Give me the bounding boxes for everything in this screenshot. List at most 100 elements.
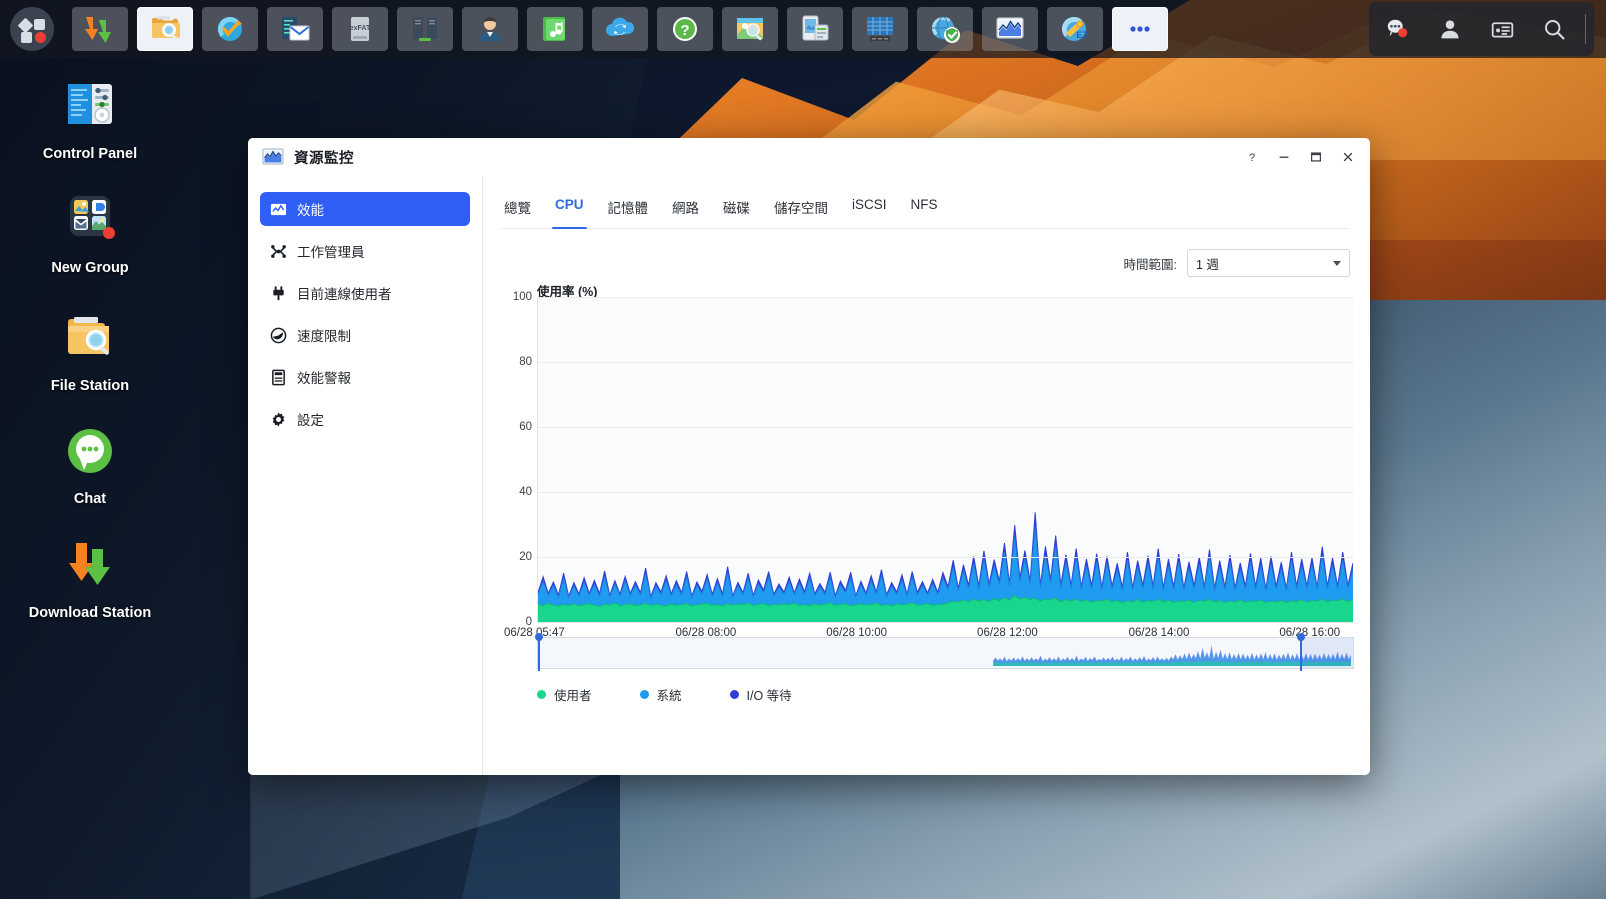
window-controls: ? xyxy=(1236,142,1364,172)
taskbar-item-exfat[interactable]: exFAT xyxy=(332,7,388,51)
globe-shield-icon xyxy=(928,13,962,45)
taskbar-item-storage-manager[interactable] xyxy=(852,7,908,51)
taskbar: exFAT xyxy=(0,0,1606,58)
desktop-icon-control-panel[interactable]: Control Panel xyxy=(15,78,165,163)
legend-item-user[interactable]: 使用者 xyxy=(537,685,592,704)
desktop-icon-file-station[interactable]: File Station xyxy=(15,310,165,395)
desktop-icon-chat[interactable]: Chat xyxy=(15,423,165,508)
device-backup-icon xyxy=(798,13,832,45)
user-tray-button[interactable] xyxy=(1427,9,1473,49)
range-handle-left[interactable] xyxy=(538,635,540,671)
legend-swatch xyxy=(730,690,739,699)
range-selection-window[interactable] xyxy=(1300,638,1353,668)
taskbar-item-download-station[interactable] xyxy=(72,7,128,51)
chart-range-scrollbar[interactable] xyxy=(537,637,1354,669)
resource-monitor-window: 資源監控 ? xyxy=(248,138,1370,775)
close-button[interactable] xyxy=(1332,142,1364,172)
taskbar-item-cloud-sync[interactable] xyxy=(592,7,648,51)
legend-label: I/O 等待 xyxy=(747,685,792,704)
taskbar-item-ez-internet[interactable]: EZ xyxy=(1047,7,1103,51)
chart-legend: 使用者 系統 I/O 等待 xyxy=(537,685,792,704)
task-manager-icon xyxy=(270,243,287,260)
sidebar: 效能 工作管理員 xyxy=(248,176,483,775)
logo-square-1 xyxy=(34,19,45,30)
storage-grid-icon xyxy=(863,13,897,45)
svg-text:EZ: EZ xyxy=(1076,30,1088,40)
chart-gridline xyxy=(538,297,1353,298)
search-tray-button[interactable] xyxy=(1531,9,1577,49)
taskbar-item-help[interactable]: ? xyxy=(657,7,713,51)
ellipsis-icon xyxy=(1123,13,1157,45)
sidebar-item-performance-alert[interactable]: 效能警報 xyxy=(260,360,470,394)
chart-gridline xyxy=(538,557,1353,558)
folder-search-icon xyxy=(58,310,122,370)
taskbar-item-more-apps[interactable] xyxy=(1112,7,1168,51)
sidebar-item-label: 效能 xyxy=(297,199,324,219)
sidebar-item-connected-users[interactable]: 目前連線使用者 xyxy=(260,276,470,310)
time-range-label: 時間範圍: xyxy=(1124,254,1177,273)
desktop-icon-new-group[interactable]: New Group xyxy=(15,192,165,277)
taskbar-item-security-advisor[interactable] xyxy=(917,7,973,51)
taskbar-item-photo-station[interactable] xyxy=(722,7,778,51)
sidebar-item-task-manager[interactable]: 工作管理員 xyxy=(260,234,470,268)
desktop-icon-download-station[interactable]: Download Station xyxy=(15,537,165,622)
down-arrows-icon xyxy=(83,13,117,45)
tab-disk[interactable]: 磁碟 xyxy=(722,194,751,228)
chart-series-svg xyxy=(538,297,1353,622)
logo-square-2 xyxy=(21,32,32,43)
performance-alert-icon xyxy=(270,369,287,386)
window-titlebar[interactable]: 資源監控 ? xyxy=(248,138,1370,176)
taskbar-item-user-portal[interactable] xyxy=(462,7,518,51)
taskbar-item-high-availability[interactable] xyxy=(397,7,453,51)
taskbar-item-backup[interactable] xyxy=(787,7,843,51)
tab-memory[interactable]: 記憶體 xyxy=(607,194,650,228)
desktop-icon-label: File Station xyxy=(15,378,165,395)
tab-storage[interactable]: 儲存空間 xyxy=(773,194,829,228)
taskbar-item-resource-monitor[interactable] xyxy=(982,7,1038,51)
minimize-button[interactable] xyxy=(1268,142,1300,172)
range-handle-right[interactable] xyxy=(1300,635,1302,671)
main-menu-button[interactable] xyxy=(10,7,54,51)
legend-label: 系統 xyxy=(657,685,682,704)
tab-iscsi[interactable]: iSCSI xyxy=(851,194,888,228)
cloud-sync-icon xyxy=(603,13,637,45)
taskbar-item-file-station[interactable] xyxy=(137,7,193,51)
tab-overview[interactable]: 總覽 xyxy=(503,194,532,228)
notifications-tray-button[interactable] xyxy=(1479,9,1525,49)
taskbar-item-update[interactable] xyxy=(202,7,258,51)
taskbar-item-mail-server[interactable] xyxy=(267,7,323,51)
chart-gridline xyxy=(538,362,1353,363)
sidebar-item-performance[interactable]: 效能 xyxy=(260,192,470,226)
time-range-value: 1 週 xyxy=(1196,254,1219,273)
sidebar-item-speed-limit[interactable]: 速度限制 xyxy=(260,318,470,352)
desktop-icon-label: Control Panel xyxy=(15,146,165,163)
green-question-icon: ? xyxy=(668,13,702,45)
exfat-icon: exFAT xyxy=(343,13,377,45)
desktop-icon-label: Chat xyxy=(15,491,165,508)
tab-nfs[interactable]: NFS xyxy=(910,194,939,228)
time-range-row: 時間範圍: 1 週 xyxy=(501,249,1350,277)
chat-tray-button[interactable] xyxy=(1375,9,1421,49)
chevron-down-icon xyxy=(1333,261,1341,266)
speed-limit-icon xyxy=(270,327,287,344)
taskbar-item-audio-station[interactable] xyxy=(527,7,583,51)
tab-network[interactable]: 網路 xyxy=(671,194,700,228)
maximize-button[interactable] xyxy=(1300,142,1332,172)
photo-search-icon xyxy=(733,13,767,45)
connected-users-icon xyxy=(270,285,287,302)
tab-cpu[interactable]: CPU xyxy=(554,194,585,228)
taskbar-app-list: exFAT xyxy=(0,7,1173,51)
sidebar-item-settings[interactable]: 設定 xyxy=(260,402,470,436)
chart-monitor-icon xyxy=(993,13,1027,45)
globe-check-icon xyxy=(213,13,247,45)
sidebar-item-label: 工作管理員 xyxy=(297,241,365,261)
time-range-select[interactable]: 1 週 xyxy=(1187,249,1350,277)
help-button[interactable]: ? xyxy=(1236,142,1268,172)
chart-y-tick: 20 xyxy=(519,551,532,563)
resource-monitor-icon xyxy=(262,146,284,168)
svg-text:?: ? xyxy=(680,22,689,39)
legend-item-system[interactable]: 系統 xyxy=(640,685,682,704)
chart-gridline xyxy=(538,492,1353,493)
legend-item-io-wait[interactable]: I/O 等待 xyxy=(730,685,792,704)
chart-plot-area: 02040608010006/28 05:4706/28 08:0006/28 … xyxy=(537,297,1353,623)
